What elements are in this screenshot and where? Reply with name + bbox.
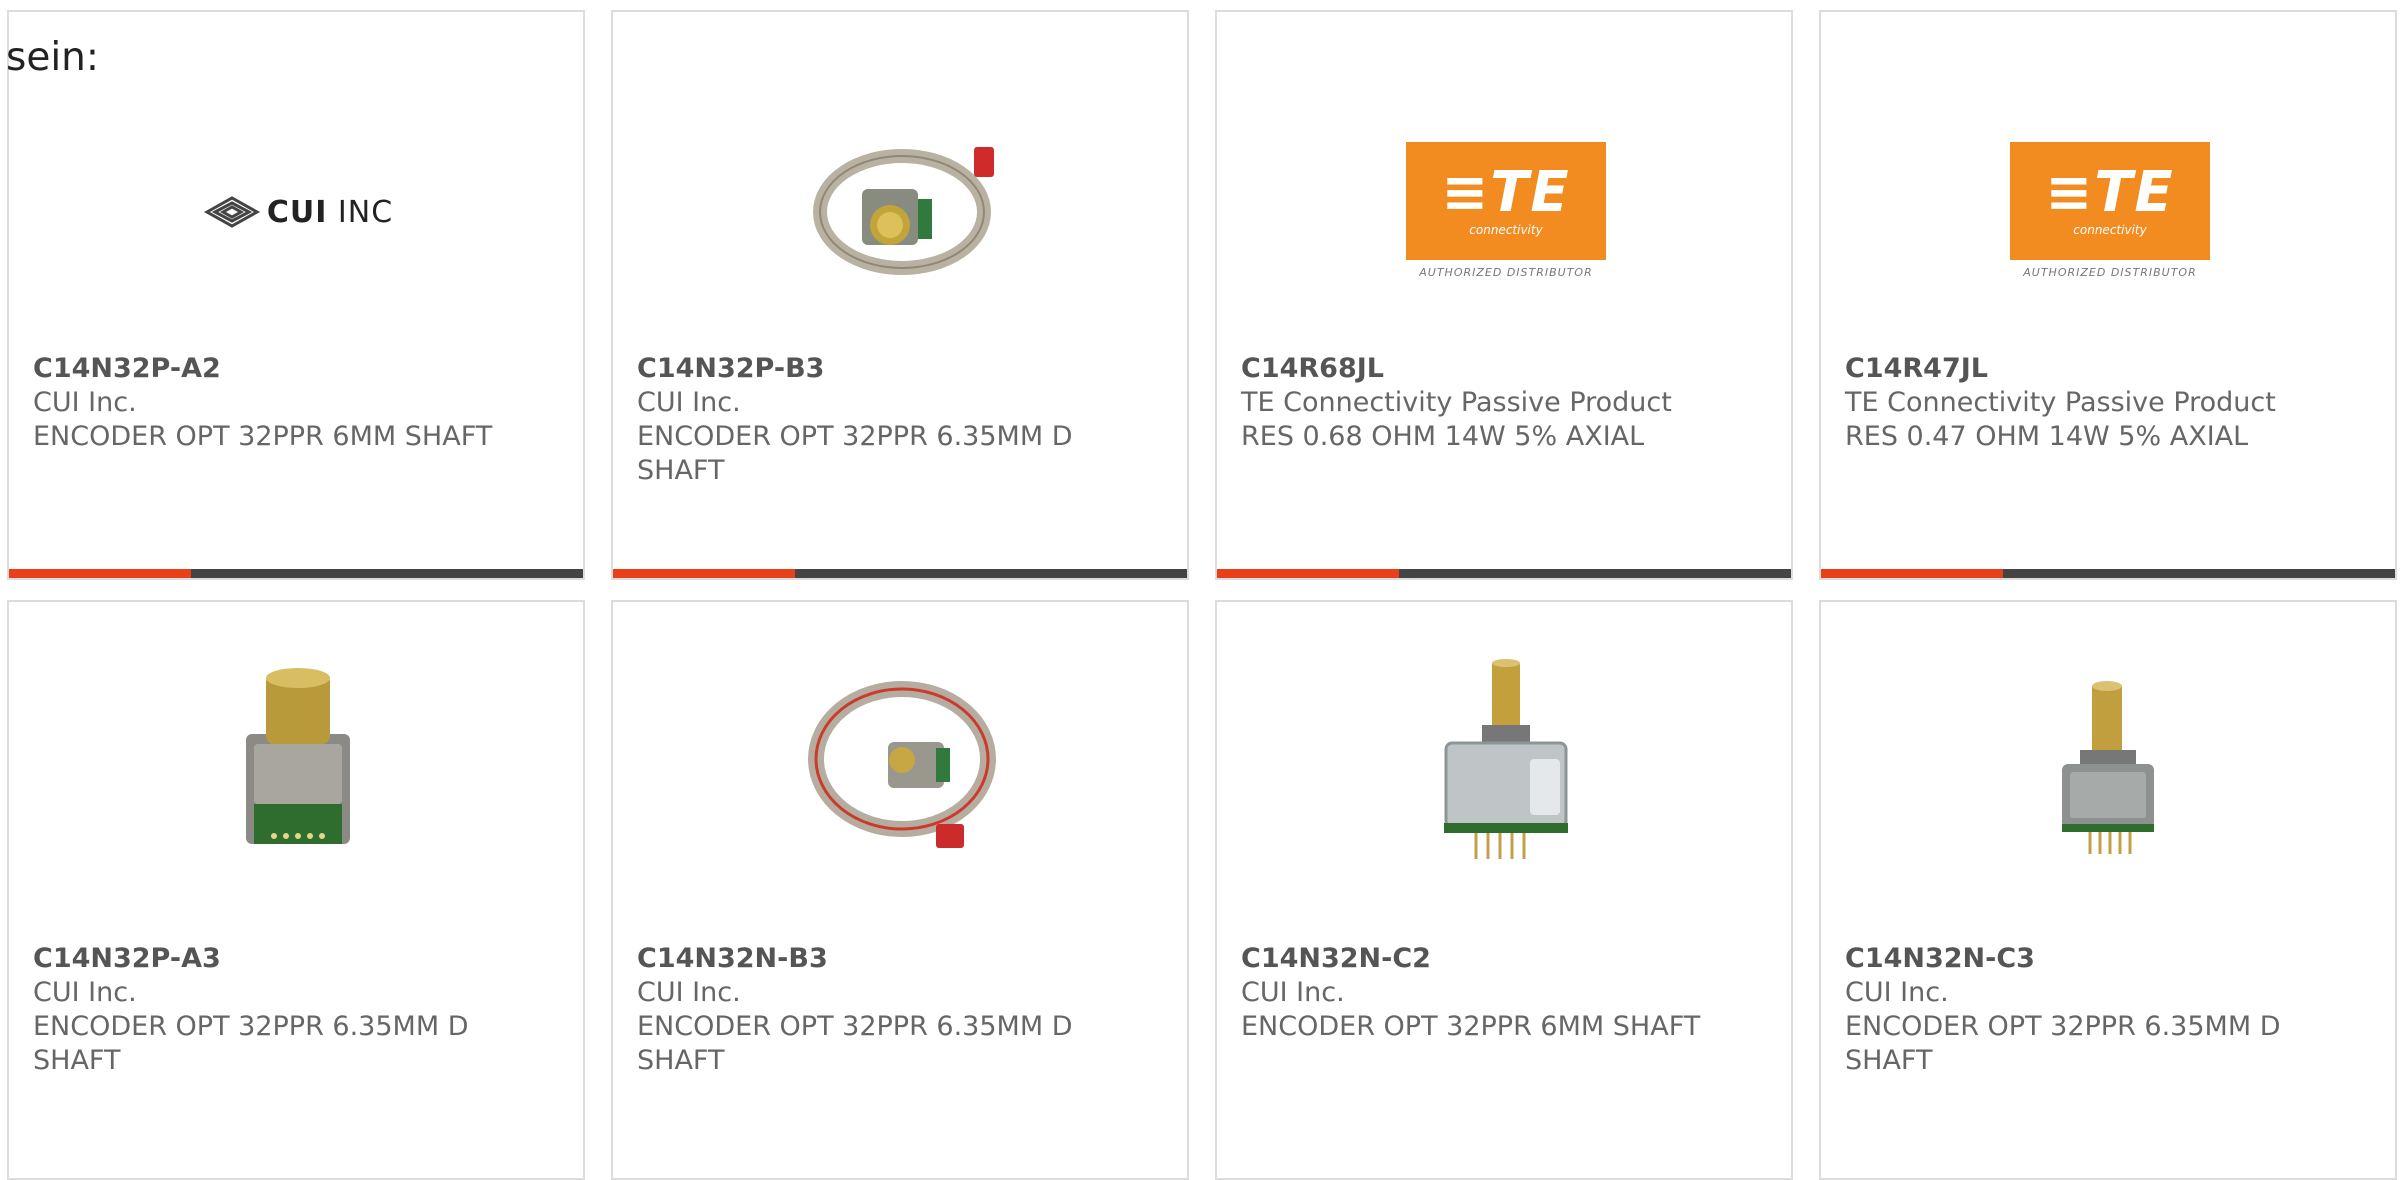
manufacturer: CUI Inc. (33, 977, 137, 1008)
product-info: C14R47JL TE Connectivity Passive Product… (1845, 352, 2371, 454)
description: ENCODER OPT 32PPR 6.35MM D SHAFT (1845, 1011, 2281, 1076)
manufacturer: CUI Inc. (637, 977, 741, 1008)
card-accent (1821, 569, 2003, 578)
product-info: C14N32P-B3 CUI Inc. ENCODER OPT 32PPR 6.… (637, 352, 1163, 488)
te-logo-sub: connectivity (2073, 223, 2147, 237)
te-logo-distributor: AUTHORIZED DISTRIBUTOR (1419, 266, 1593, 279)
intro-text: sein: (6, 35, 100, 80)
part-number[interactable]: C14R47JL (1845, 352, 2371, 386)
product-card[interactable]: C14N32P-A3 CUI Inc. ENCODER OPT 32PPR 6.… (7, 600, 585, 1180)
description: RES 0.68 OHM 14W 5% AXIAL (1241, 421, 1645, 452)
manufacturer: CUI Inc. (637, 387, 741, 418)
product-info: C14N32N-C3 CUI Inc. ENCODER OPT 32PPR 6.… (1845, 942, 2371, 1078)
product-image (802, 664, 1002, 864)
cui-logo: CUI INC (198, 112, 398, 312)
product-image (1406, 659, 1606, 864)
card-bottom-bar (1217, 569, 1791, 578)
product-card[interactable]: C14N32N-C2 CUI Inc. ENCODER OPT 32PPR 6M… (1215, 600, 1793, 1180)
cui-logo-text: INC (327, 194, 394, 230)
product-image (198, 664, 398, 864)
manufacturer: CUI Inc. (1845, 977, 1949, 1008)
description: ENCODER OPT 32PPR 6.35MM D SHAFT (33, 1011, 469, 1076)
encoder-with-ribbon-cable-icon (813, 147, 994, 275)
te-logo-distributor: AUTHORIZED DISTRIBUTOR (2023, 266, 2197, 279)
manufacturer: TE Connectivity Passive Product (1845, 387, 2276, 418)
te-logo-sub: connectivity (1469, 223, 1543, 237)
description: ENCODER OPT 32PPR 6.35MM D SHAFT (637, 1011, 1073, 1076)
te-logo-mark: ≡TE (1441, 160, 1571, 225)
card-accent (1217, 569, 1399, 578)
manufacturer: TE Connectivity Passive Product (1241, 387, 1672, 418)
product-info: C14N32N-C2 CUI Inc. ENCODER OPT 32PPR 6M… (1241, 942, 1767, 1044)
card-bottom-bar (1821, 569, 2395, 578)
product-card[interactable]: C14N32N-B3 CUI Inc. ENCODER OPT 32PPR 6.… (611, 600, 1189, 1180)
encoder-pcb-icon (246, 668, 350, 844)
part-number[interactable]: C14N32N-C3 (1845, 942, 2371, 976)
product-grid: CUI INC C14N32P-A2 CUI Inc. ENCODER OPT … (0, 0, 2400, 1180)
product-card[interactable]: CUI INC C14N32P-A2 CUI Inc. ENCODER OPT … (7, 10, 585, 580)
product-card[interactable]: C14N32P-B3 CUI Inc. ENCODER OPT 32PPR 6.… (611, 10, 1189, 580)
product-image (2010, 664, 2210, 864)
description: ENCODER OPT 32PPR 6MM SHAFT (1241, 1011, 1701, 1042)
card-accent (9, 569, 191, 578)
cui-logo-bold: CUI (266, 194, 328, 230)
part-number[interactable]: C14N32P-B3 (637, 352, 1163, 386)
product-info: C14R68JL TE Connectivity Passive Product… (1241, 352, 1767, 454)
card-bottom-bar (613, 569, 1187, 578)
encoder-small-icon (2062, 681, 2154, 854)
product-info: C14N32N-B3 CUI Inc. ENCODER OPT 32PPR 6.… (637, 942, 1163, 1078)
product-card[interactable]: ≡TE connectivity AUTHORIZED DISTRIBUTOR … (1819, 10, 2397, 580)
part-number[interactable]: C14R68JL (1241, 352, 1767, 386)
part-number[interactable]: C14N32P-A3 (33, 942, 559, 976)
te-logo: ≡TE connectivity AUTHORIZED DISTRIBUTOR (2010, 112, 2210, 312)
encoder-with-pins-icon (1444, 659, 1568, 859)
encoder-with-red-ribbon-cable-icon (808, 681, 996, 848)
product-info: C14N32P-A3 CUI Inc. ENCODER OPT 32PPR 6.… (33, 942, 559, 1078)
description: ENCODER OPT 32PPR 6.35MM D SHAFT (637, 421, 1073, 486)
description: ENCODER OPT 32PPR 6MM SHAFT (33, 421, 493, 452)
te-logo-mark: ≡TE (2045, 160, 2175, 225)
manufacturer: CUI Inc. (33, 387, 137, 418)
product-card[interactable]: C14N32N-C3 CUI Inc. ENCODER OPT 32PPR 6.… (1819, 600, 2397, 1180)
product-image (802, 112, 1002, 312)
manufacturer: CUI Inc. (1241, 977, 1345, 1008)
product-card[interactable]: ≡TE connectivity AUTHORIZED DISTRIBUTOR … (1215, 10, 1793, 580)
te-logo: ≡TE connectivity AUTHORIZED DISTRIBUTOR (1406, 112, 1606, 312)
description: RES 0.47 OHM 14W 5% AXIAL (1845, 421, 2249, 452)
card-bottom-bar (9, 569, 583, 578)
part-number[interactable]: C14N32N-B3 (637, 942, 1163, 976)
part-number[interactable]: C14N32N-C2 (1241, 942, 1767, 976)
product-info: C14N32P-A2 CUI Inc. ENCODER OPT 32PPR 6M… (33, 352, 559, 454)
card-accent (613, 569, 795, 578)
part-number[interactable]: C14N32P-A2 (33, 352, 559, 386)
cui-diamond-icon (203, 196, 260, 228)
